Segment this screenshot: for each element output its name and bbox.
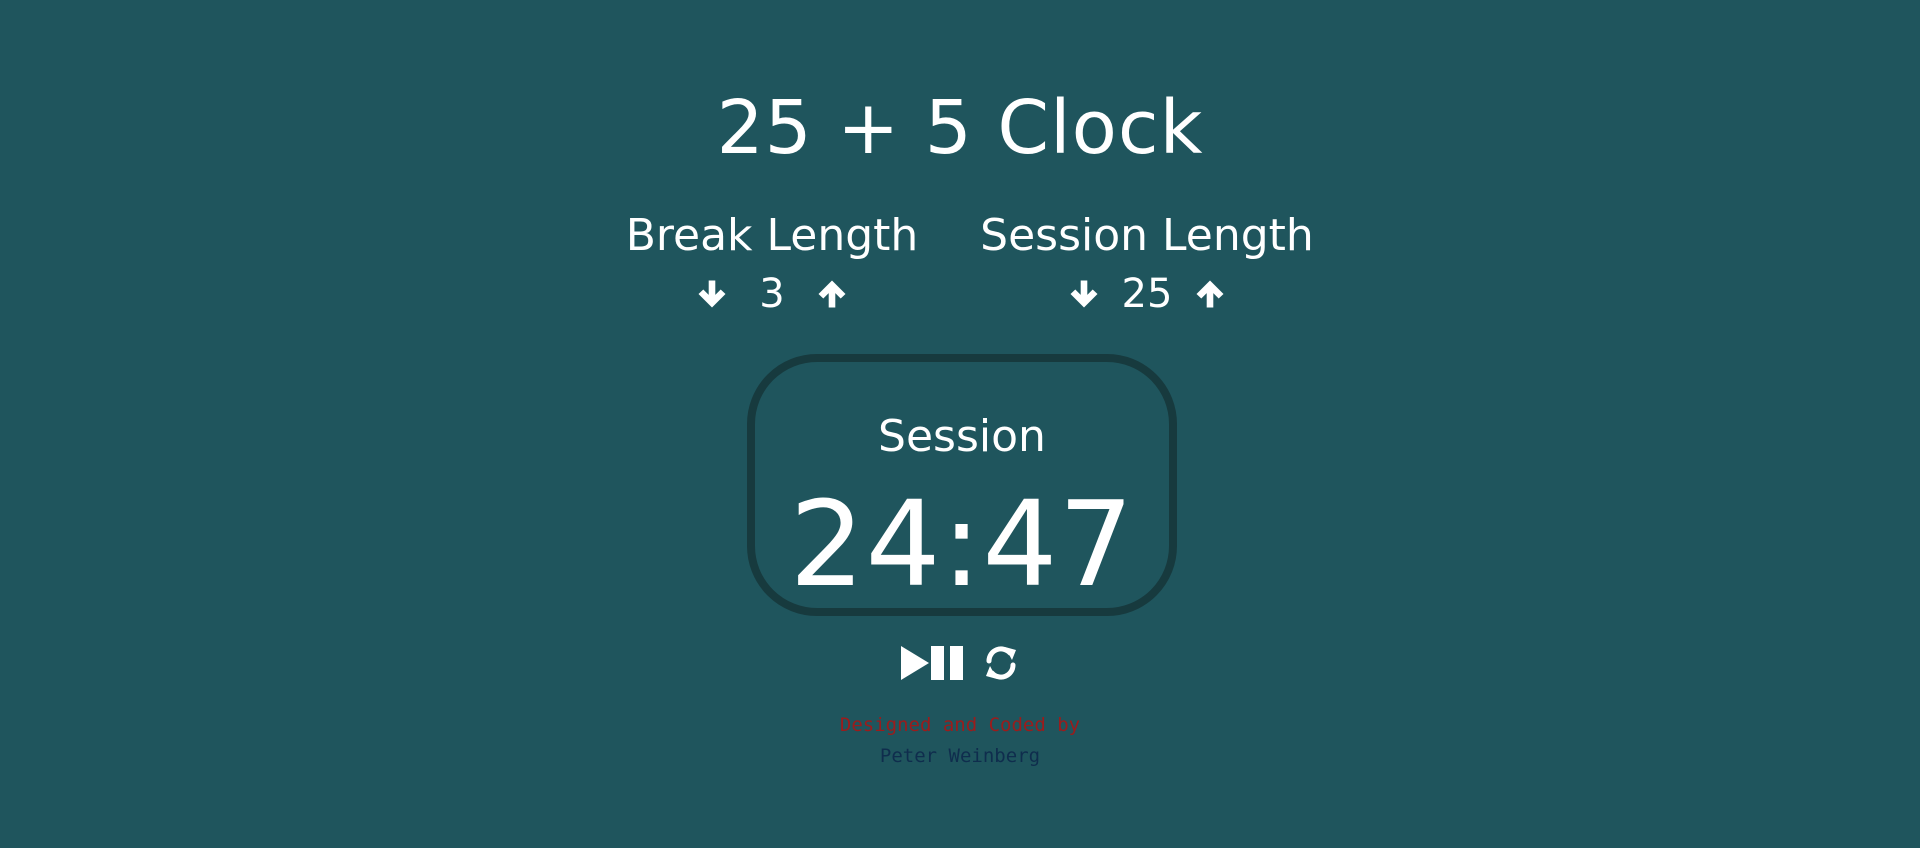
session-increment-button[interactable] xyxy=(1190,274,1230,314)
start-stop-button[interactable] xyxy=(899,643,967,687)
break-length-control: Break Length 3 xyxy=(592,210,952,316)
play-pause-icon xyxy=(899,643,967,687)
session-length-control: Session Length 25 xyxy=(967,210,1327,316)
timer-controls xyxy=(0,640,1920,690)
timer-label: Session xyxy=(878,411,1046,462)
break-length-label: Break Length xyxy=(625,210,919,261)
break-length-value: 3 xyxy=(759,271,785,317)
credit-author: Peter Weinberg xyxy=(879,745,1041,767)
time-left: 24:47 xyxy=(789,475,1135,613)
refresh-icon xyxy=(981,643,1021,687)
session-length-label: Session Length xyxy=(980,210,1314,261)
credit-line-1: Designed and Coded by xyxy=(839,714,1081,736)
arrow-up-icon xyxy=(1192,276,1228,312)
arrow-down-icon xyxy=(1066,276,1102,312)
break-decrement-button[interactable] xyxy=(692,274,732,314)
clock-app: 25 + 5 Clock Break Length 3 Session Leng… xyxy=(0,0,1920,848)
break-increment-button[interactable] xyxy=(812,274,852,314)
session-length-value: 25 xyxy=(1121,271,1173,317)
timer-display: Session 24:47 xyxy=(747,354,1177,616)
arrow-up-icon xyxy=(814,276,850,312)
session-decrement-button[interactable] xyxy=(1064,274,1104,314)
reset-button[interactable] xyxy=(981,643,1021,687)
break-length-row: 3 xyxy=(592,272,952,316)
app-title: 25 + 5 Clock xyxy=(716,85,1204,171)
session-length-row: 25 xyxy=(967,272,1327,316)
arrow-down-icon xyxy=(694,276,730,312)
